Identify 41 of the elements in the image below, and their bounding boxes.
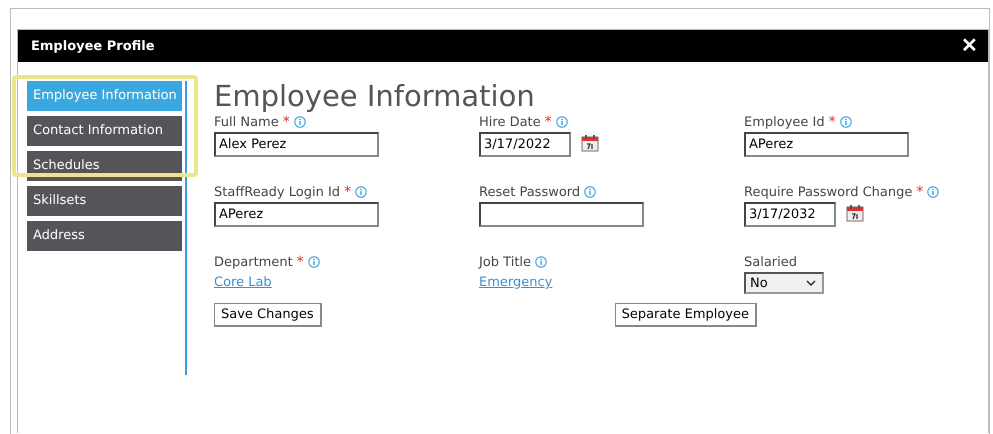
field-label: Full Name	[214, 114, 279, 130]
window-title: Employee Profile	[31, 38, 155, 54]
field-label: Require Password Change	[744, 184, 912, 200]
sidebar-item[interactable]: Skillsets	[27, 186, 182, 216]
info-icon[interactable]	[308, 256, 320, 268]
calendar-icon[interactable]	[846, 204, 864, 222]
field-label: Employee Id	[744, 114, 825, 130]
field-label: Hire Date	[479, 114, 541, 130]
info-icon[interactable]	[584, 186, 596, 198]
field-label: Job Title	[479, 254, 532, 270]
required-mark: *	[282, 114, 290, 130]
page-heading: Employee Information	[214, 79, 536, 113]
caret-icon	[806, 280, 816, 286]
input-field[interactable]	[479, 202, 644, 227]
info-icon[interactable]	[556, 116, 568, 128]
sidebar-item[interactable]: Address	[27, 221, 182, 251]
info-icon[interactable]	[535, 256, 548, 268]
required-mark: *	[544, 114, 552, 130]
date-field[interactable]: 3/17/2032	[744, 202, 836, 227]
input-field[interactable]: Alex Perez	[214, 132, 379, 157]
input-field[interactable]: APerez	[214, 202, 379, 227]
required-mark: *	[828, 114, 836, 130]
close-button[interactable]: ✕	[961, 36, 978, 56]
date-field[interactable]: 3/17/2022	[479, 132, 571, 157]
required-mark: *	[916, 184, 924, 200]
required-mark: *	[344, 184, 352, 200]
info-icon[interactable]	[355, 186, 368, 198]
field-label: Salaried	[744, 254, 798, 270]
info-icon[interactable]	[927, 186, 940, 198]
action-button[interactable]: Save Changes	[214, 303, 322, 327]
sidebar-item[interactable]: Contact Information	[27, 116, 182, 146]
input-field[interactable]: APerez	[744, 132, 909, 157]
action-button[interactable]: Separate Employee	[614, 303, 757, 327]
info-icon[interactable]	[840, 116, 852, 128]
field-label: Department	[214, 254, 293, 270]
field-label: StaffReady Login Id	[214, 184, 340, 200]
info-icon[interactable]	[294, 116, 306, 128]
required-mark: *	[296, 254, 304, 270]
field-label: Reset Password	[479, 184, 580, 200]
dropdown[interactable]: No	[744, 272, 824, 294]
calendar-icon[interactable]	[581, 134, 599, 152]
